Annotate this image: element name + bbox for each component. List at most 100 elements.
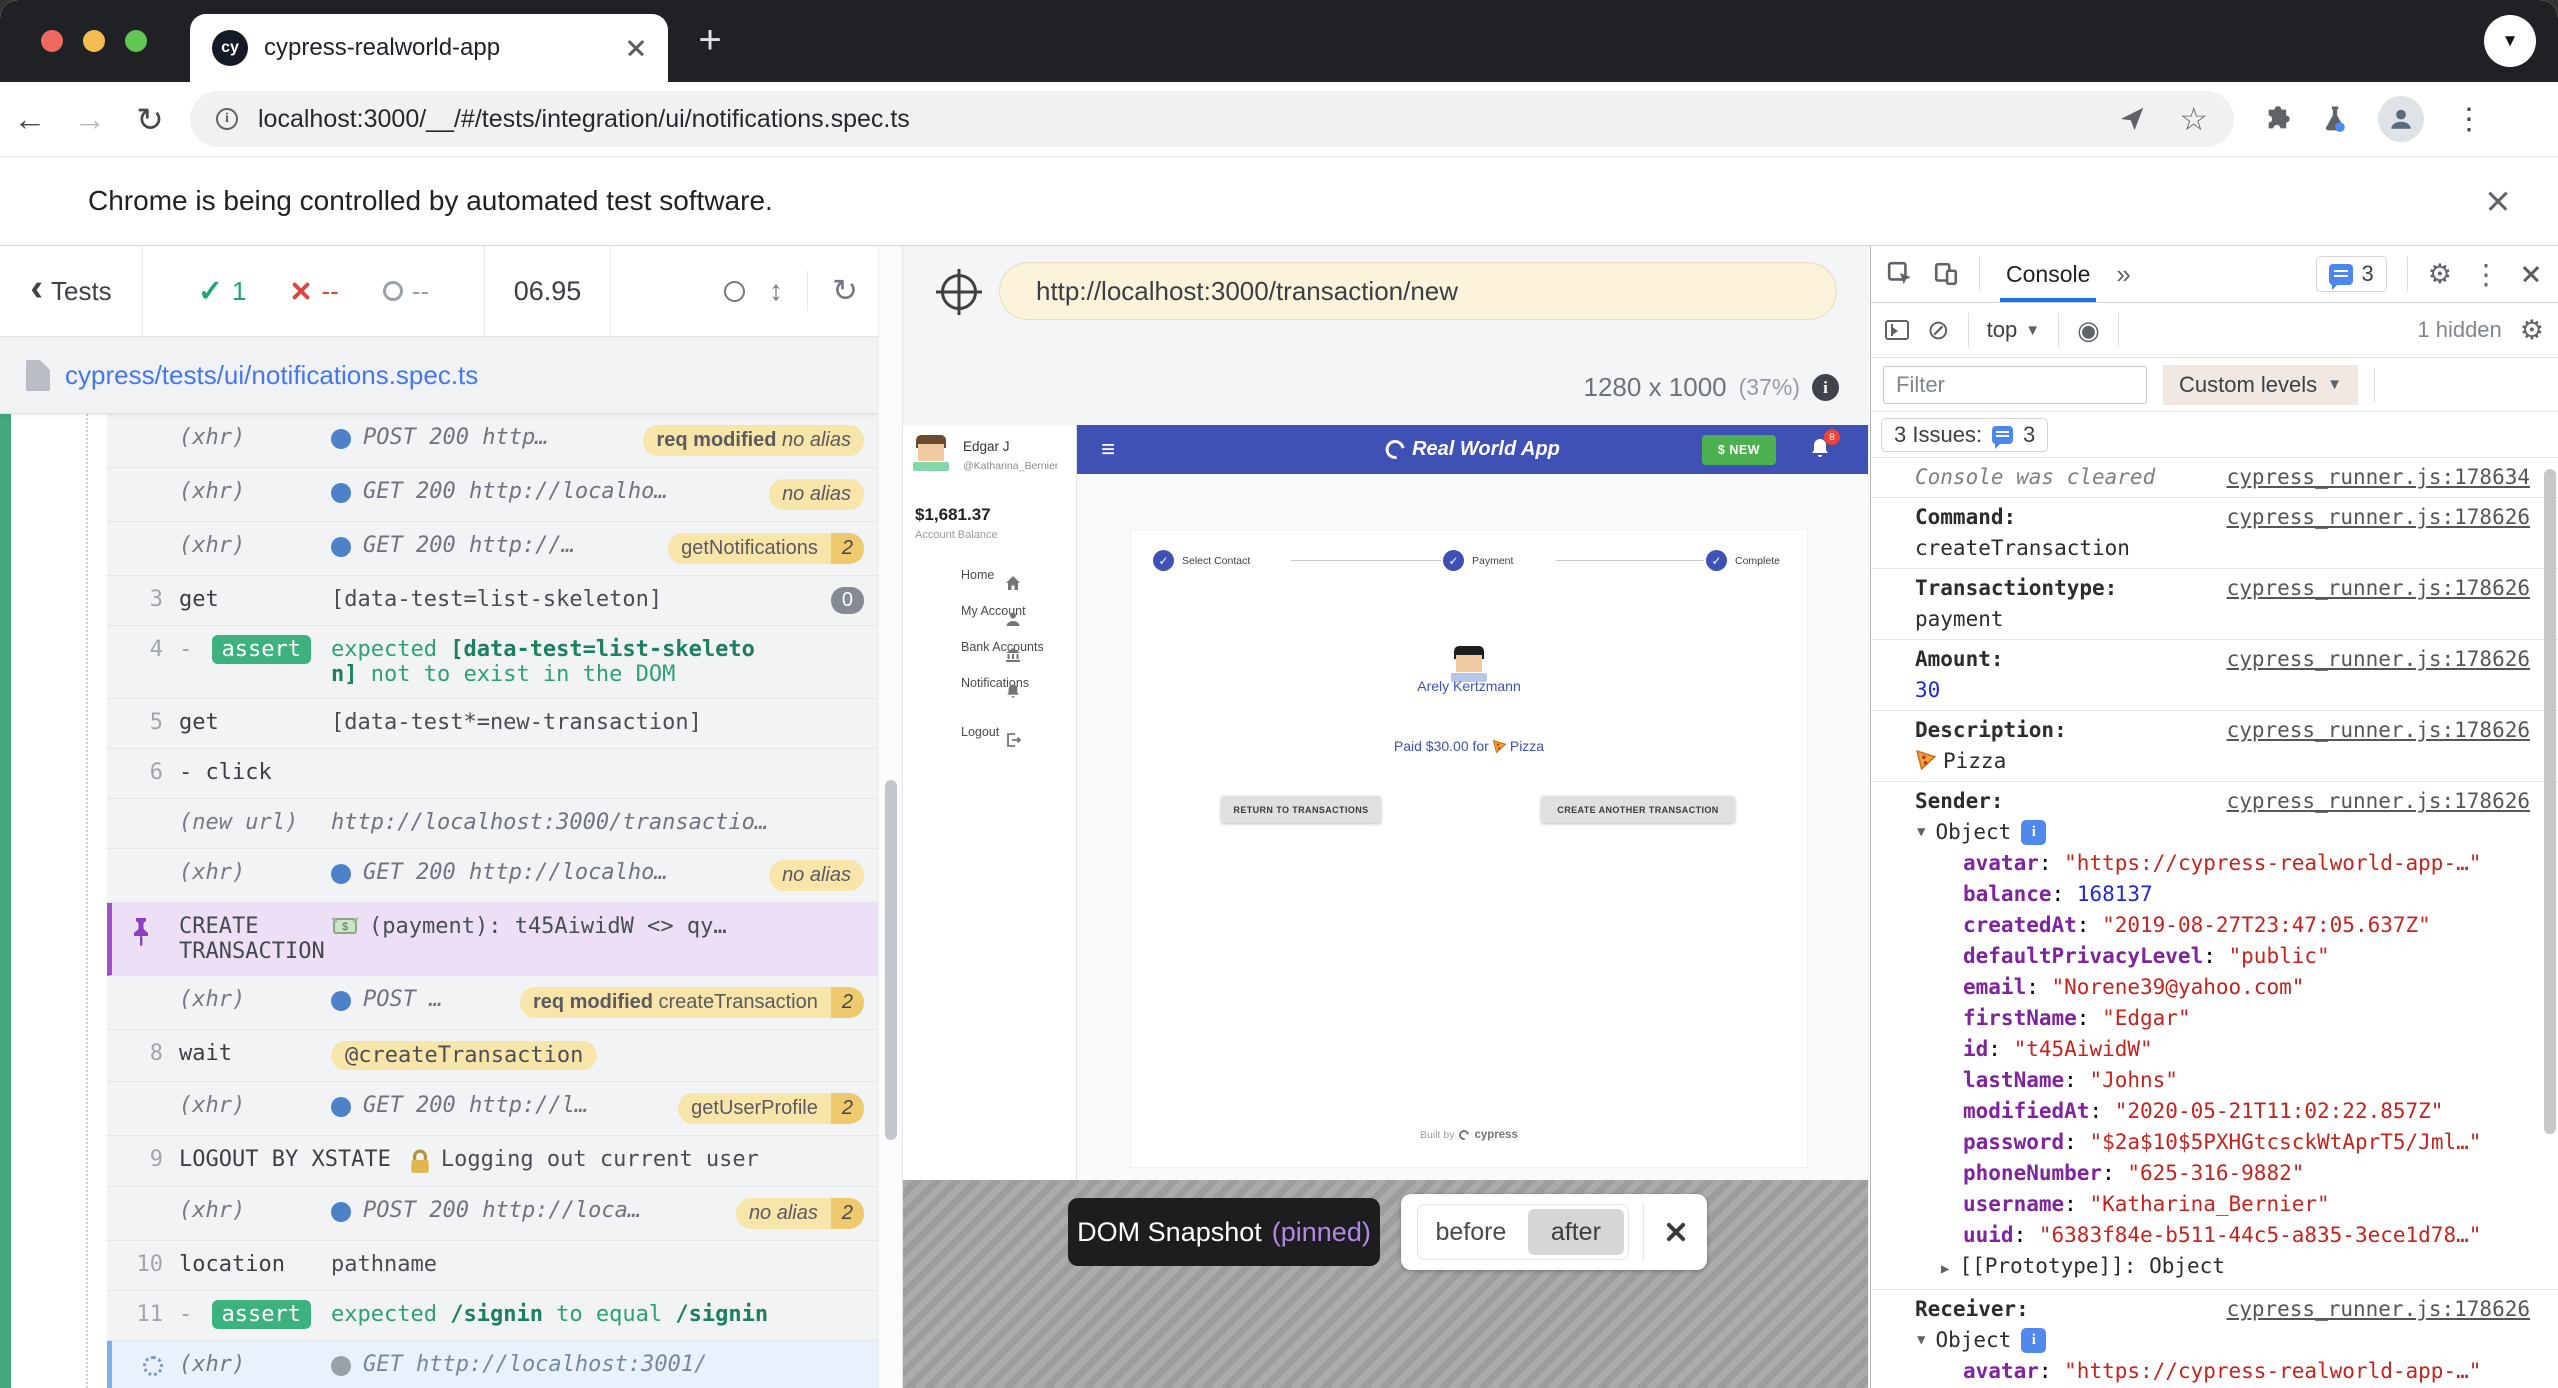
log-levels-dropdown[interactable]: Custom levels▼ [2163,365,2358,405]
rerun-icon[interactable]: ↻ [832,273,858,309]
command-row-xhr[interactable]: (xhr)POST …req modified createTransactio… [107,976,878,1030]
source-link[interactable]: cypress_runner.js:178626 [2227,1294,2530,1325]
console-messages-badge[interactable]: 3 [2316,256,2387,292]
new-transaction-button[interactable]: $ NEW [1702,435,1776,465]
close-tab-icon[interactable] [626,38,646,58]
source-link[interactable]: cypress_runner.js:178626 [2227,502,2530,564]
step-check-icon: ✓ [1706,550,1727,571]
console-entry[interactable]: Transactiontype:paymentcypress_runner.js… [1871,568,2558,639]
source-link[interactable]: cypress_runner.js:178626 [2227,786,2530,817]
maximize-window-button[interactable] [125,30,147,52]
reporter-scrollbar[interactable] [878,246,903,1388]
auto-scroll-icon[interactable] [724,281,745,302]
reload-icon[interactable]: ↻ [120,100,180,139]
issues-button[interactable]: 3 Issues: 3 [1881,418,2048,452]
sidebar-item-my-account[interactable]: My Account [903,593,1076,629]
unpin-snapshot-icon[interactable] [1665,1221,1687,1243]
address-bar[interactable]: i localhost:3000/__/#/tests/integration/… [190,91,2234,147]
object-expander[interactable]: ▼Objecti [1915,817,2530,848]
menu-icon[interactable]: ≡ [1101,436,1115,464]
command-row-create-transaction[interactable]: CREATE TRANSACTION$(payment): t45AiwidW … [107,903,878,976]
more-tabs-icon[interactable]: » [2116,259,2130,290]
close-devtools-icon[interactable] [2520,263,2542,285]
tab-console[interactable]: Console [2000,246,2096,302]
user-name: Edgar J [963,435,1058,454]
live-expression-icon[interactable]: ◉ [2077,315,2100,346]
clear-console-icon[interactable]: ⊘ [1927,315,1950,346]
sidebar-item-notifications[interactable]: Notifications [903,665,1076,701]
entry-value: Pizza [1915,746,2175,777]
command-row-logout-by-xstate[interactable]: 9LOGOUT BY XSTATELogging out current use… [107,1136,878,1187]
scrollbar-thumb[interactable] [885,780,897,1140]
command-row-newurl[interactable]: (new url)http://localhost:3000/transacti… [107,799,878,849]
command-row-xhr[interactable]: (xhr)GET 200 http://l…getUserProfile2 [107,1082,878,1136]
command-row-assert[interactable]: 4- assertexpected [data-test=list-skelet… [107,626,878,699]
sidebar-item-logout[interactable]: Logout [903,714,1076,750]
source-link[interactable]: cypress_runner.js:178626 [2227,644,2530,706]
create-another-transaction-button[interactable]: CREATE ANOTHER TRANSACTION [1541,796,1735,823]
return-to-transactions-button[interactable]: RETURN TO TRANSACTIONS [1221,796,1381,823]
prototype-row[interactable]: ▶[[Prototype]]: Object [1915,1251,2530,1285]
receiver-name[interactable]: Arely Kertzmann [1131,678,1807,694]
request-status-dot [331,483,351,503]
before-button[interactable]: before [1418,1205,1524,1259]
object-property: balance: 168137 [1915,879,2530,910]
command-row-get[interactable]: 3get[data-test=list-skeleton]0 [107,576,878,626]
console-sidebar-icon[interactable] [1885,320,1909,340]
console-entry[interactable]: Receiver:cypress_runner.js:178626▼Object… [1871,1289,2558,1388]
infobar-close-icon[interactable] [2486,189,2510,213]
browser-menu-icon[interactable]: ⋮ [2454,102,2484,137]
console-entry[interactable]: Command:createTransactioncypress_runner.… [1871,497,2558,568]
console-entry[interactable]: Console was clearedcypress_runner.js:178… [1871,458,2558,497]
command-row-wait[interactable]: 8wait@createTransaction [107,1030,878,1082]
context-selector[interactable]: top▼ [1987,317,2040,343]
forward-icon[interactable]: → [60,100,120,138]
flask-extension-icon[interactable] [2322,104,2348,134]
profile-avatar[interactable] [2378,96,2424,142]
sidebar-item-bank-accounts[interactable]: Bank Accounts [903,629,1076,665]
bookmark-icon[interactable]: ☆ [2179,100,2208,138]
devtools-scrollbar[interactable] [2544,461,2556,1381]
command-row-xhr[interactable]: (xhr)POST 200 http://loca…no alias2 [107,1187,878,1241]
scrollbar-thumb[interactable] [2544,469,2556,1134]
source-link[interactable]: cypress_runner.js:178626 [2227,715,2530,777]
aut-address-bar[interactable]: http://localhost:3000/transaction/new [999,262,1837,320]
inspect-element-icon[interactable] [1887,261,1913,287]
minimize-window-button[interactable] [83,30,105,52]
settings-gear-icon[interactable]: ⚙ [2428,259,2452,290]
command-row-xhr[interactable]: (xhr)GET 200 http://…getNotifications2 [107,522,878,576]
command-row-spinner[interactable]: (xhr)GET http://localhost:3001/ [107,1341,878,1388]
command-row--click[interactable]: 6- click [107,749,878,799]
close-window-button[interactable] [41,30,63,52]
command-row-location[interactable]: 10locationpathname [107,1241,878,1291]
after-button[interactable]: after [1528,1209,1624,1255]
selector-playground-icon[interactable] [941,274,977,310]
console-entry[interactable]: Description:Pizzacypress_runner.js:17862… [1871,710,2558,781]
back-to-tests-button[interactable]: ‹ Tests [0,246,143,336]
extensions-icon[interactable] [2264,105,2292,133]
spec-file-link[interactable]: cypress/tests/ui/notifications.spec.ts [65,360,478,391]
viewport-info-icon[interactable]: i [1812,374,1839,401]
back-icon[interactable]: ← [0,100,60,138]
browser-tab[interactable]: cy cypress-realworld-app [190,14,668,82]
command-row-get[interactable]: 5get[data-test*=new-transaction] [107,699,878,749]
console-settings-icon[interactable]: ⚙ [2520,315,2544,346]
scroll-arrows-icon[interactable]: ↕ [769,275,783,307]
site-info-icon[interactable]: i [216,108,238,130]
send-icon[interactable] [2117,104,2147,134]
new-tab-button[interactable]: + [690,22,730,62]
console-entry[interactable]: Amount:30cypress_runner.js:178626 [1871,639,2558,710]
tab-search-button[interactable]: ▼ [2484,15,2536,67]
command-row-assert[interactable]: 11- assertexpected /signin to equal /sig… [107,1291,878,1341]
command-row-xhr[interactable]: (xhr)GET 200 http://localho…no alias [107,468,878,522]
sidebar-item-home[interactable]: Home [903,557,1076,593]
command-row-xhr[interactable]: (xhr)GET 200 http://localho…no alias [107,849,878,903]
device-toolbar-icon[interactable] [1933,261,1959,287]
command-row-xhr[interactable]: (xhr)POST 200 http…req modified no alias [107,414,878,468]
source-link[interactable]: cypress_runner.js:178626 [2227,573,2530,635]
devtools-menu-icon[interactable]: ⋮ [2472,258,2500,291]
filter-input[interactable] [1883,366,2147,404]
object-expander[interactable]: ▼Objecti [1915,1325,2530,1356]
console-entry[interactable]: Sender:cypress_runner.js:178626▼Objectia… [1871,781,2558,1289]
source-link[interactable]: cypress_runner.js:178634 [2227,462,2530,493]
